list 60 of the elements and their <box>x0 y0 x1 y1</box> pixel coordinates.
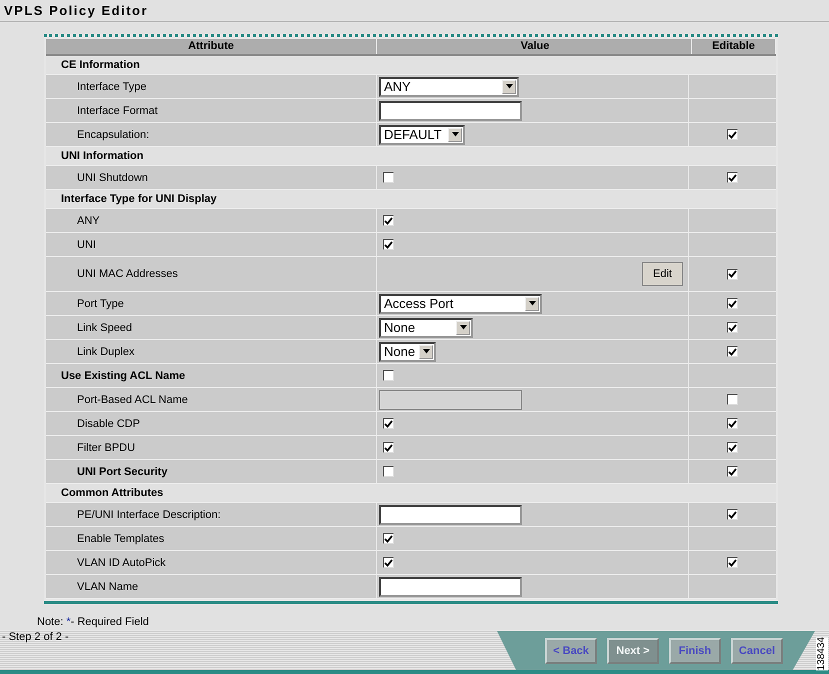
editable-checkbox[interactable] <box>727 346 738 357</box>
column-header: Editable <box>692 39 776 54</box>
column-header: Value <box>377 39 692 54</box>
dropdown[interactable]: DEFAULT <box>379 124 465 144</box>
figure-number: 138434 <box>816 636 828 670</box>
dropdown[interactable]: Access Port <box>379 294 542 314</box>
checkbox[interactable] <box>383 466 394 477</box>
checkbox[interactable] <box>383 239 394 250</box>
attribute-label: Common Attributes <box>61 487 164 499</box>
editable-checkbox[interactable] <box>727 557 738 568</box>
dropdown[interactable]: None <box>379 342 436 362</box>
attribute-label: ANY <box>77 214 100 226</box>
attribute-label: Encapsulation: <box>77 128 150 140</box>
text-field[interactable] <box>379 100 522 120</box>
attribute-label: Port Type <box>77 298 124 310</box>
attribute-label: UNI Information <box>61 150 144 162</box>
editable-checkbox[interactable] <box>727 509 738 520</box>
edit-button[interactable]: Edit <box>642 262 683 286</box>
attribute-label: Disable CDP <box>77 418 140 430</box>
column-header: Attribute <box>46 39 377 54</box>
text-field[interactable] <box>379 576 522 596</box>
checkbox[interactable] <box>383 442 394 453</box>
dropdown[interactable]: None <box>379 318 473 338</box>
editable-checkbox[interactable] <box>727 418 738 429</box>
editable-checkbox[interactable] <box>727 442 738 453</box>
editable-checkbox[interactable] <box>727 172 738 183</box>
editable-checkbox[interactable] <box>727 298 738 309</box>
text-field[interactable] <box>379 504 522 524</box>
attribute-label: Link Duplex <box>77 346 134 358</box>
editable-checkbox[interactable] <box>727 322 738 333</box>
attribute-label: VLAN Name <box>77 580 138 592</box>
attribute-label: PE/UNI Interface Description: <box>77 508 221 520</box>
checkbox[interactable] <box>383 418 394 429</box>
attribute-label: Interface Type for UNI Display <box>61 193 217 205</box>
checkbox[interactable] <box>383 557 394 568</box>
attribute-label: Use Existing ACL Name <box>61 370 186 382</box>
editable-checkbox[interactable] <box>727 394 738 405</box>
attribute-label: Port-Based ACL Name <box>77 394 188 406</box>
attribute-label: UNI MAC Addresses <box>77 268 178 280</box>
checkbox[interactable] <box>383 215 394 226</box>
editable-checkbox[interactable] <box>727 466 738 477</box>
page-title: VPLS Policy Editor <box>4 3 148 18</box>
attribute-label: UNI Shutdown <box>77 172 148 184</box>
required-note: Note: *- Required Field <box>37 616 150 630</box>
checkbox[interactable] <box>383 370 394 381</box>
attribute-label: UNI Port Security <box>77 466 168 478</box>
attribute-label: Interface Format <box>77 104 158 116</box>
editable-checkbox[interactable] <box>727 129 738 140</box>
attribute-label: Filter BPDU <box>77 442 136 454</box>
step-indicator: - Step 2 of 2 - <box>2 631 69 643</box>
attribute-label: VLAN ID AutoPick <box>77 556 166 568</box>
attribute-label: CE Information <box>61 59 140 71</box>
attribute-label: UNI <box>77 238 96 250</box>
checkbox[interactable] <box>383 172 394 183</box>
dropdown[interactable]: ANY <box>379 76 519 96</box>
attribute-label: Link Speed <box>77 322 132 334</box>
checkbox[interactable] <box>383 533 394 544</box>
attribute-label: Interface Type <box>77 80 147 92</box>
editable-checkbox[interactable] <box>727 268 738 280</box>
attribute-label: Enable Templates <box>77 532 164 544</box>
